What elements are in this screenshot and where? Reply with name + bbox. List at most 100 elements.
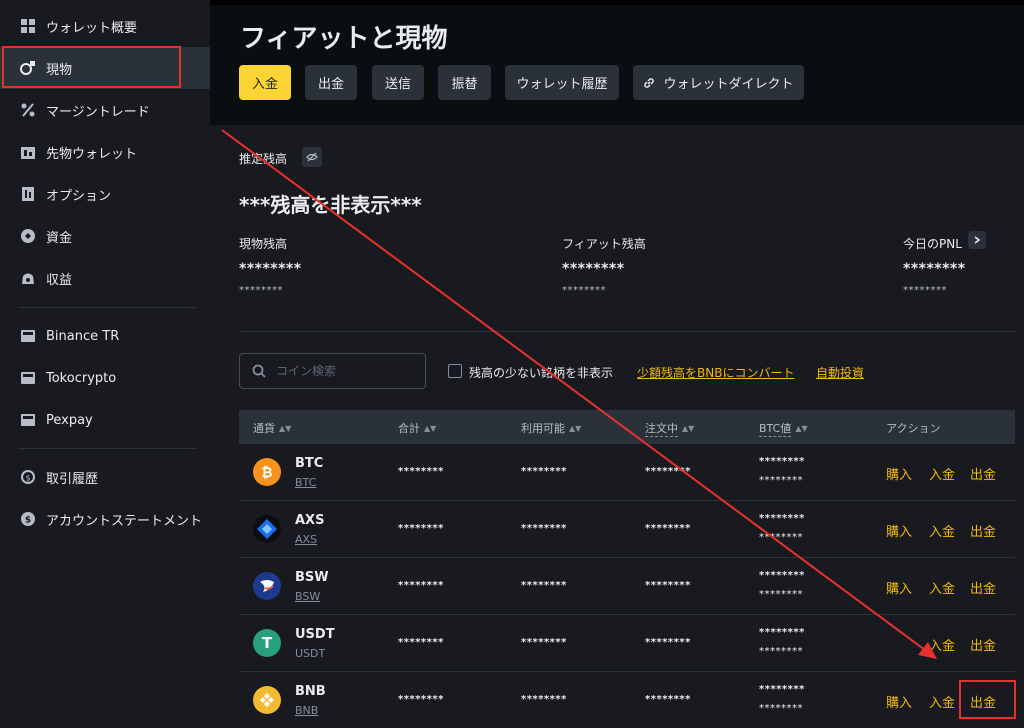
in-order-value: ******** [645,580,691,591]
sidebar-item-earn[interactable]: 収益 [0,257,210,299]
coin-name-link[interactable]: USDT [295,647,325,660]
coin-name-link[interactable]: BNB [295,704,318,717]
th-btc-value[interactable]: BTC値 ▲▼ [759,420,808,437]
btc-value: ******** [759,570,805,581]
btc-value: ******** [759,684,805,695]
th-available[interactable]: 利用可能 ▲▼ [521,420,581,436]
deposit-link[interactable]: 入金 [929,692,955,711]
withdraw-link[interactable]: 出金 [970,578,996,597]
fiat-balance-sub: ******** [562,285,606,296]
sidebar-item-wallet-overview[interactable]: ウォレット概要 [0,5,210,47]
pnl-detail-button[interactable] [968,231,986,249]
sidebar-item-label: 先物ウォレット [46,146,138,162]
top-strip [210,0,1024,5]
th-total[interactable]: 合計 ▲▼ [398,420,436,436]
sidebar-item-binance-tr[interactable]: Binance TR [0,315,210,357]
convert-to-bnb-link[interactable]: 少額残高をBNBにコンバート [637,364,794,381]
deposit-link[interactable]: 入金 [929,464,955,483]
wallet-icon [20,370,36,386]
spot-balance-value: ******** [239,261,302,277]
svg-text:$: $ [25,516,31,526]
table-row: AXS AXS ******** ******** ******** *****… [239,501,1015,558]
buy-link[interactable]: 購入 [886,464,912,483]
btc-icon: ₿ [253,458,281,486]
coin-name-link[interactable]: BSW [295,590,320,603]
options-icon [20,186,36,202]
futures-icon [20,144,36,160]
wallet-icon [20,328,36,344]
wallet-direct-button[interactable]: ウォレットダイレクト [633,65,804,100]
bnb-icon [253,686,281,714]
total-value: ******** [398,637,444,648]
auto-invest-link[interactable]: 自動投資 [816,364,864,381]
sidebar-item-label: オプション [46,188,112,204]
withdraw-link[interactable]: 出金 [970,635,996,654]
fiat-balance-value: ******** [562,261,625,277]
table-row: BNB BNB ******** ******** ******** *****… [239,672,1015,728]
sidebar-item-account-statement[interactable]: $ アカウントステートメント [0,498,210,540]
sidebar-item-label: Pexpay [46,412,93,428]
buy-link[interactable]: 購入 [886,692,912,711]
sidebar-item-label: マージントレード [46,104,150,120]
wallet-history-button[interactable]: ウォレット履歴 [505,65,619,100]
deposit-button[interactable]: 入金 [239,65,291,100]
sidebar: ウォレット概要 現物 マージントレード 先物ウォレット オプション 資金 収益 … [0,0,210,728]
hide-small-label: 残高の少ない銘柄を非表示 [469,366,614,380]
balance-divider [239,331,1015,332]
sidebar-item-trade-history[interactable]: $ 取引履歴 [0,456,210,498]
funding-icon [20,228,36,244]
th-currency[interactable]: 通貨 ▲▼ [253,420,291,436]
send-button[interactable]: 送信 [372,65,424,100]
total-value: ******** [398,580,444,591]
balance-panel: 推定残高 ***残高を非表示*** 現物残高 ******** ********… [210,125,1024,728]
hide-small-checkbox[interactable] [448,364,462,378]
coin-search[interactable] [239,353,426,389]
btc-value-sub: ******** [759,703,803,714]
sidebar-item-pexpay[interactable]: Pexpay [0,399,210,441]
available-value: ******** [521,523,567,534]
deposit-link[interactable]: 入金 [929,635,955,654]
chevron-right-icon [974,236,981,244]
search-input[interactable] [276,364,416,378]
hide-balance-toggle[interactable] [302,147,322,167]
sort-icon: ▲▼ [424,423,437,433]
withdraw-link[interactable]: 出金 [970,521,996,540]
sidebar-item-tokocrypto[interactable]: Tokocrypto [0,357,210,399]
th-in-order[interactable]: 注文中 ▲▼ [645,420,694,437]
fiat-balance-label: フィアット残高 [562,237,646,251]
usdt-icon: T [253,629,281,657]
eye-slash-icon [306,152,318,162]
withdraw-button[interactable]: 出金 [305,65,357,100]
in-order-value: ******** [645,694,691,705]
buy-link[interactable]: 購入 [886,521,912,540]
withdraw-link[interactable]: 出金 [970,464,996,483]
grid-icon [20,18,36,34]
wallet-direct-label: ウォレットダイレクト [663,77,794,92]
withdraw-link[interactable]: 出金 [970,692,996,711]
deposit-link[interactable]: 入金 [929,578,955,597]
coin-name-link[interactable]: AXS [295,533,317,546]
sidebar-item-options[interactable]: オプション [0,173,210,215]
sidebar-divider [18,448,196,449]
buy-link[interactable]: 購入 [886,578,912,597]
sort-icon: ▲▼ [569,423,582,433]
sidebar-item-margin[interactable]: マージントレード [0,89,210,131]
available-value: ******** [521,466,567,477]
deposit-link[interactable]: 入金 [929,521,955,540]
sidebar-divider [18,307,196,308]
btc-value: ******** [759,456,805,467]
hidden-balance-text: ***残高を非表示*** [239,193,422,217]
table-header: 通貨 ▲▼ 合計 ▲▼ 利用可能 ▲▼ 注文中 ▲▼ BTC値 ▲▼ アクション [239,410,1015,444]
sidebar-item-spot[interactable]: 現物 [0,47,210,89]
sidebar-item-label: Binance TR [46,328,120,344]
total-value: ******** [398,523,444,534]
sidebar-item-label: 現物 [46,62,73,78]
sidebar-item-futures[interactable]: 先物ウォレット [0,131,210,173]
main-content: フィアットと現物 入金 出金 送信 振替 ウォレット履歴 ウォレットダイレクト … [210,0,1024,728]
transfer-button[interactable]: 振替 [438,65,491,100]
axs-icon [253,515,281,543]
svg-text:$: $ [25,474,30,483]
available-value: ******** [521,580,567,591]
coin-name-link[interactable]: BTC [295,476,316,489]
sidebar-item-funding[interactable]: 資金 [0,215,210,257]
